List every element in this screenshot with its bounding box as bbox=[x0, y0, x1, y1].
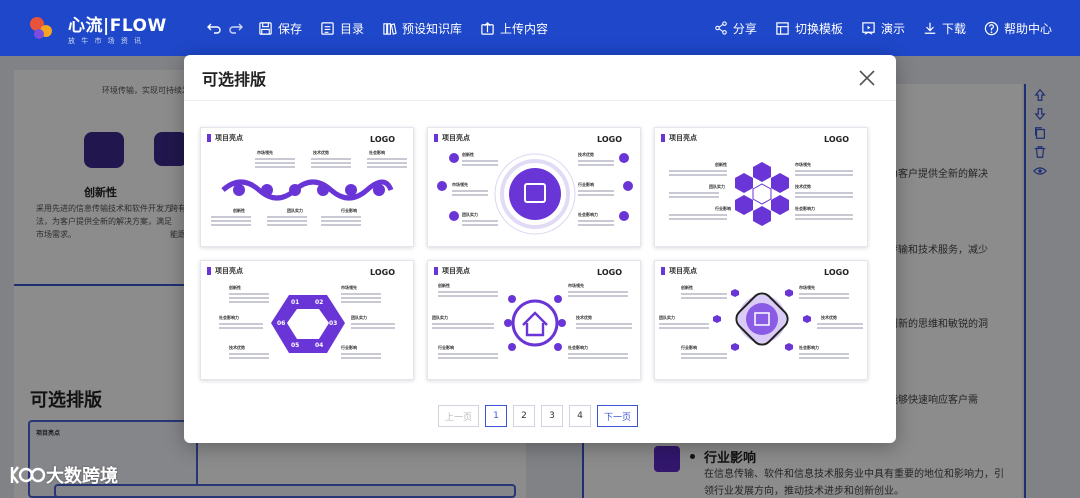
download-icon bbox=[924, 22, 936, 34]
save-label: 保存 bbox=[278, 21, 303, 36]
template-card-4[interactable]: 项目亮点 LOGO 01 02 03 04 05 06 创新性 市场领先 社会影… bbox=[200, 260, 414, 380]
template-card-6[interactable]: 项目亮点 LOGO 创新性 市场领先 团队实力 技术优势 行业影响 社会影响力 bbox=[654, 260, 868, 380]
watermark-logo-icon bbox=[10, 466, 46, 484]
template-card-3[interactable]: 项目亮点 LOGO 创新性 市场领先 团队实力 技术优势 行业影响 社会影响力 bbox=[654, 127, 868, 247]
close-button[interactable] bbox=[856, 67, 878, 89]
books-icon bbox=[383, 22, 397, 35]
template-card-1[interactable]: 项目亮点 LOGO 市场领先 技术优势 社会影响 创新性 团队实力 行业影响 bbox=[200, 127, 414, 247]
next-page-button[interactable]: 下一页 bbox=[597, 405, 639, 427]
page-4-button[interactable]: 4 bbox=[569, 405, 592, 427]
outline-label: 目录 bbox=[340, 21, 365, 36]
save-icon bbox=[259, 21, 272, 35]
logo-title: 心流|FLOW bbox=[68, 15, 167, 36]
watermark: 大数跨境 bbox=[8, 462, 118, 488]
redo-icon[interactable] bbox=[228, 20, 244, 36]
share-button[interactable]: 分享 bbox=[714, 20, 757, 37]
logo-mark bbox=[28, 13, 64, 43]
page-1-button[interactable]: 1 bbox=[485, 405, 508, 427]
page-2-button[interactable]: 2 bbox=[513, 405, 536, 427]
page-3-button[interactable]: 3 bbox=[541, 405, 564, 427]
save-button[interactable]: 保存 bbox=[258, 20, 302, 37]
upload-content-label: 上传内容 bbox=[500, 21, 549, 36]
template-card-5[interactable]: 项目亮点 LOGO 创新性 市场领先 团队实力 技术优势 行业影响 社会影响力 bbox=[427, 260, 641, 380]
download-label: 下载 bbox=[941, 21, 966, 36]
outline-button[interactable]: 目录 bbox=[320, 20, 364, 37]
present-label: 演示 bbox=[880, 21, 905, 36]
pagination: 上一页 1 2 3 4 下一页 bbox=[438, 405, 639, 427]
upload-icon bbox=[481, 21, 494, 35]
layout-picker-modal: 可选排版 项目亮点 LOGO 市场领先 技术优势 社会影响 创新性 团队实力 行… bbox=[184, 55, 896, 443]
template-icon bbox=[776, 21, 789, 35]
undo-icon[interactable] bbox=[206, 20, 222, 36]
app-logo[interactable]: 心流|FLOW 放 牛 市 场 资 讯 bbox=[28, 11, 168, 46]
watermark-text: 大数跨境 bbox=[46, 466, 118, 487]
help-center-button[interactable]: 帮助中心 bbox=[984, 20, 1052, 37]
share-label: 分享 bbox=[732, 21, 757, 36]
template-grid: 项目亮点 LOGO 市场领先 技术优势 社会影响 创新性 团队实力 行业影响 项… bbox=[200, 127, 872, 380]
help-center-label: 帮助中心 bbox=[1003, 21, 1052, 36]
present-icon bbox=[862, 21, 875, 35]
knowledge-base-label: 预设知识库 bbox=[402, 21, 463, 36]
modal-title: 可选排版 bbox=[202, 69, 267, 89]
prev-page-button[interactable]: 上一页 bbox=[438, 405, 480, 427]
knowledge-base-button[interactable]: 预设知识库 bbox=[382, 20, 462, 37]
switch-template-button[interactable]: 切换模板 bbox=[775, 20, 843, 37]
template-card-2[interactable]: 项目亮点 LOGO 创新性 技术优势 市场领先 行业影响 团队实力 社会影响力 bbox=[427, 127, 641, 247]
help-icon bbox=[984, 21, 999, 35]
outline-icon bbox=[321, 21, 334, 35]
download-button[interactable]: 下载 bbox=[923, 20, 966, 37]
share-icon bbox=[715, 21, 727, 35]
close-icon bbox=[859, 69, 875, 86]
logo-subtitle: 放 牛 市 场 资 讯 bbox=[68, 36, 144, 45]
upload-content-button[interactable]: 上传内容 bbox=[480, 20, 548, 37]
present-button[interactable]: 演示 bbox=[861, 20, 905, 37]
top-toolbar: 心流|FLOW 放 牛 市 场 资 讯 保存 目录 预设知识库 上传内容 分享 … bbox=[0, 0, 1080, 56]
switch-template-label: 切换模板 bbox=[794, 21, 843, 36]
